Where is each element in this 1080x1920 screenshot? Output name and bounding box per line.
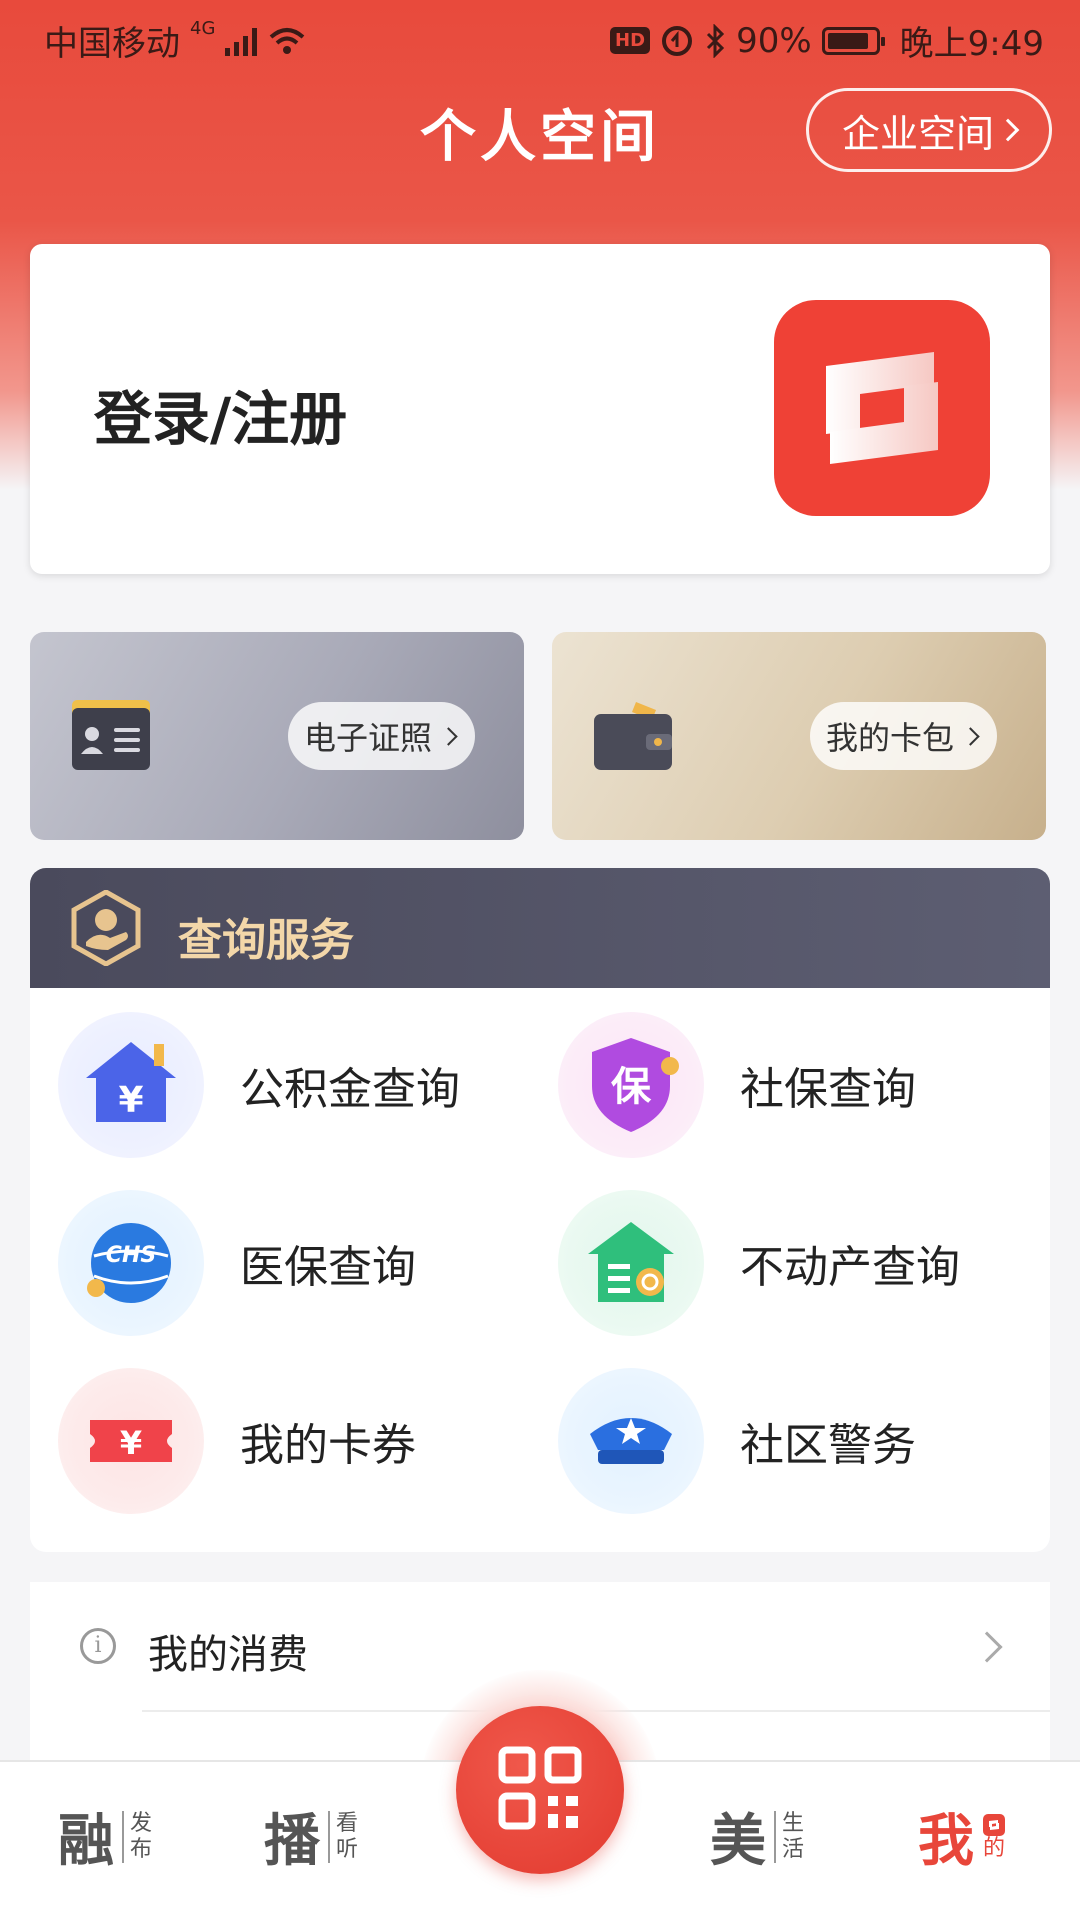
card-wallet-card[interactable]: 我的卡包 — [552, 632, 1046, 840]
police-cap-icon — [558, 1368, 704, 1514]
network-label: 4G — [190, 18, 216, 39]
query-services-panel: 查询服务 ¥ 公积金查询 保 社保查询 CHS 医保查询 不动产查询 ¥ 我的卡… — [30, 868, 1050, 1552]
info-icon: i — [80, 1628, 116, 1664]
svg-text:保: 保 — [611, 1064, 652, 1110]
wallet-icon — [594, 702, 672, 770]
tab-life[interactable]: 美 生活 — [710, 1796, 804, 1877]
chevron-right-icon — [971, 1631, 1003, 1663]
status-bar: 中国移动 4G HD 90% 晚上9:49 — [0, 0, 1080, 76]
qr-code-icon — [498, 1746, 582, 1830]
medical-insurance-query[interactable]: CHS 医保查询 — [58, 1190, 416, 1336]
enterprise-space-button[interactable]: 企业空间 — [806, 88, 1052, 172]
carrier-label: 中国移动 — [44, 24, 180, 64]
clock: 晚上9:49 — [899, 24, 1044, 64]
svg-text:CHS: CHS — [106, 1243, 156, 1268]
tab-watch-listen-glyph: 播 — [264, 1809, 320, 1874]
shield-bao-icon: 保 — [558, 1012, 704, 1158]
query-services-header: 查询服务 — [30, 868, 1050, 988]
real-estate-query[interactable]: 不动产查询 — [558, 1190, 960, 1336]
e-license-card[interactable]: 电子证照 — [30, 632, 524, 840]
hexagon-yuan-badge-icon — [71, 890, 141, 966]
chevron-right-icon — [996, 118, 1020, 142]
housing-fund-label: 公积金查询 — [240, 1064, 460, 1115]
tab-life-caption: 生活 — [774, 1810, 804, 1863]
id-card-icon — [72, 700, 150, 770]
query-services-title: 查询服务 — [178, 915, 354, 966]
social-security-query[interactable]: 保 社保查询 — [558, 1012, 916, 1158]
tab-life-glyph: 美 — [710, 1809, 766, 1874]
svg-text:¥: ¥ — [120, 1424, 142, 1462]
house-yuan-icon: ¥ — [58, 1012, 204, 1158]
housing-fund-query[interactable]: ¥ 公积金查询 — [58, 1012, 460, 1158]
card-wallet-button[interactable]: 我的卡包 — [810, 702, 998, 770]
bluetooth-icon — [707, 23, 725, 58]
chs-globe-icon: CHS — [58, 1190, 204, 1336]
enterprise-space-label: 企业空间 — [841, 111, 994, 156]
e-license-button[interactable]: 电子证照 — [288, 702, 476, 770]
login-register-link[interactable]: 登录/注册 — [94, 372, 347, 456]
tab-mine-glyph: 我 — [918, 1809, 974, 1874]
battery-icon — [821, 26, 885, 55]
tab-publish-caption: 发布 — [122, 1810, 152, 1863]
tab-mine[interactable]: 我 的 — [918, 1796, 1006, 1877]
tab-watch-listen[interactable]: 播 看听 — [264, 1796, 358, 1877]
signal-icon — [225, 26, 258, 56]
community-police-label: 社区警务 — [740, 1420, 916, 1471]
wifi-icon — [270, 27, 305, 54]
tab-publish-glyph: 融 — [58, 1809, 114, 1874]
property-house-icon — [558, 1190, 704, 1336]
medical-insurance-label: 医保查询 — [240, 1242, 416, 1293]
scan-qr-button[interactable] — [456, 1706, 624, 1874]
real-estate-label: 不动产查询 — [740, 1242, 960, 1293]
card-wallet-label: 我的卡包 — [826, 719, 955, 757]
battery-percent: 90% — [736, 20, 812, 61]
community-police-query[interactable]: 社区警务 — [558, 1368, 916, 1514]
tab-publish[interactable]: 融 发布 — [58, 1796, 152, 1877]
app-logo-icon — [774, 300, 990, 516]
tab-watch-listen-caption: 看听 — [328, 1810, 358, 1863]
my-coupons-query[interactable]: ¥ 我的卡券 — [58, 1368, 416, 1514]
e-license-label: 电子证照 — [304, 719, 433, 757]
login-card[interactable]: 登录/注册 — [30, 244, 1050, 574]
social-security-label: 社保查询 — [740, 1064, 916, 1115]
svg-text:¥: ¥ — [118, 1080, 143, 1121]
ticket-yuan-icon: ¥ — [58, 1368, 204, 1514]
vpn-icon — [662, 25, 693, 56]
tab-mine-badge: 的 — [982, 1813, 1006, 1861]
hd-icon: HD — [610, 27, 651, 54]
my-coupons-label: 我的卡券 — [240, 1420, 416, 1471]
chevron-right-icon — [439, 726, 458, 746]
chevron-right-icon — [961, 726, 980, 746]
my-spending-label: 我的消费 — [148, 1632, 308, 1678]
